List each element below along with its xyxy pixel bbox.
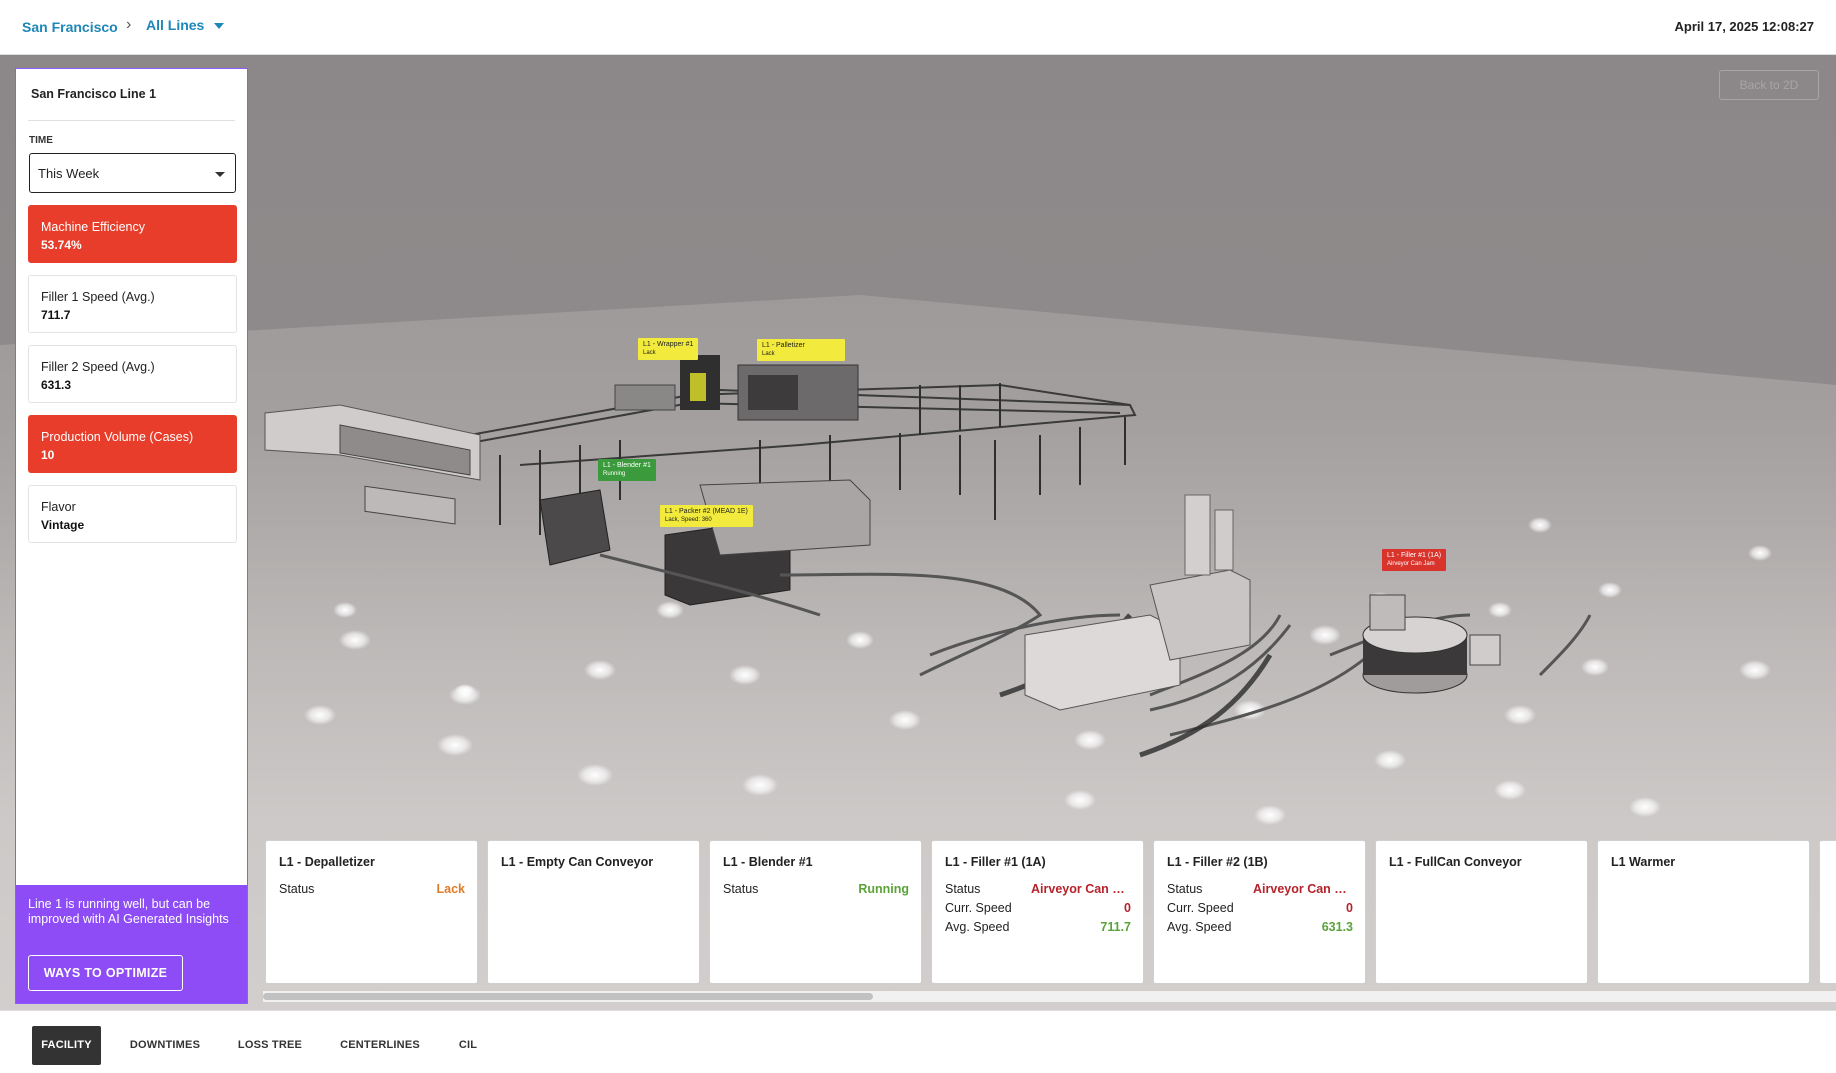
machine-label-title: L1 - Filler #1 (1A): [1387, 552, 1442, 559]
machine-card-partial[interactable]: [1819, 840, 1836, 984]
line-summary-panel: San Francisco Line 1 TIME This Week Mach…: [15, 68, 248, 1004]
status-value: Running: [858, 882, 909, 896]
avg-speed-label: Avg. Speed: [945, 920, 1010, 934]
kpi-label: Production Volume (Cases): [41, 430, 194, 444]
card-title: L1 - Filler #1 (1A): [945, 855, 1046, 869]
kpi-label: Flavor: [41, 500, 76, 514]
machine-card-filler-1b[interactable]: L1 - Filler #2 (1B) Status Airveyor Can …: [1153, 840, 1366, 984]
machine-label-status: Lack, Speed: 360: [665, 517, 712, 523]
kpi-filler1-speed[interactable]: Filler 1 Speed (Avg.) 711.7: [28, 275, 237, 333]
ai-insights-text: Line 1 is running well, but can be impro…: [28, 897, 229, 926]
tab-loss-tree[interactable]: LOSS TREE: [230, 1026, 310, 1065]
machine-card-depalletizer[interactable]: L1 - Depalletizer Status Lack: [265, 840, 478, 984]
top-header: San Francisco › All Lines April 17, 2025…: [0, 0, 1836, 55]
tab-cil[interactable]: CIL: [450, 1026, 486, 1065]
back-to-2d-button[interactable]: Back to 2D: [1719, 70, 1819, 100]
machine-label-title: L1 - Palletizer: [762, 342, 805, 349]
status-value: Airveyor Can Jam: [1031, 882, 1131, 896]
status-label: Status: [723, 882, 759, 896]
time-range-value: This Week: [38, 166, 100, 181]
kpi-flavor[interactable]: Flavor Vintage: [28, 485, 237, 543]
curr-speed-value: 0: [1346, 901, 1353, 915]
card-title: L1 Warmer: [1611, 855, 1676, 869]
machine-label-status: Running: [603, 471, 626, 477]
machine-label-blender[interactable]: L1 - Blender #1 Running: [598, 459, 656, 481]
kpi-value: Vintage: [41, 518, 85, 532]
tab-centerlines[interactable]: CENTERLINES: [332, 1026, 428, 1065]
kpi-label: Machine Efficiency: [41, 220, 145, 234]
kpi-machine-efficiency[interactable]: Machine Efficiency 53.74%: [28, 205, 237, 263]
machine-label-wrapper[interactable]: L1 - Wrapper #1 Lack: [638, 338, 699, 360]
card-status-row: Status Airveyor Can Jam: [945, 882, 1131, 898]
card-title: L1 - Blender #1: [723, 855, 813, 869]
card-curr-speed-row: Curr. Speed 0: [945, 901, 1131, 917]
curr-speed-label: Curr. Speed: [1167, 901, 1234, 915]
breadcrumb-lines-dropdown[interactable]: All Lines: [146, 17, 204, 33]
curr-speed-label: Curr. Speed: [945, 901, 1012, 915]
status-label: Status: [945, 882, 981, 896]
machine-card-blender[interactable]: L1 - Blender #1 Status Running: [709, 840, 922, 984]
card-title: L1 - Depalletizer: [279, 855, 375, 869]
machine-label-status: Airveyor Can Jam: [1387, 561, 1435, 567]
card-title: L1 - FullCan Conveyor: [1389, 855, 1522, 869]
time-label: TIME: [29, 135, 53, 146]
machine-label-title: L1 - Wrapper #1: [643, 341, 694, 348]
chevron-right-icon: ›: [126, 16, 132, 33]
machine-label-title: L1 - Blender #1: [603, 462, 651, 469]
card-title: L1 - Filler #2 (1B): [1167, 855, 1268, 869]
ai-insights-box: Line 1 is running well, but can be impro…: [16, 885, 247, 1003]
breadcrumb-site-link[interactable]: San Francisco: [22, 19, 118, 35]
machine-cards-strip: L1 - Depalletizer Status Lack L1 - Empty…: [265, 840, 1836, 985]
tab-downtimes[interactable]: DOWNTIMES: [120, 1026, 210, 1065]
kpi-value: 10: [41, 448, 55, 462]
current-datetime: April 17, 2025 12:08:27: [1674, 19, 1814, 34]
machine-card-fullcan-conveyor[interactable]: L1 - FullCan Conveyor: [1375, 840, 1588, 984]
status-label: Status: [1167, 882, 1203, 896]
avg-speed-label: Avg. Speed: [1167, 920, 1232, 934]
kpi-label: Filler 1 Speed (Avg.): [41, 290, 155, 304]
card-curr-speed-row: Curr. Speed 0: [1167, 901, 1353, 917]
bottom-tab-bar: FACILITY DOWNTIMES LOSS TREE CENTERLINES…: [0, 1010, 1836, 1073]
curr-speed-value: 0: [1124, 901, 1131, 915]
status-value: Airveyor Can Jam: [1253, 882, 1353, 896]
kpi-label: Filler 2 Speed (Avg.): [41, 360, 155, 374]
caret-down-icon[interactable]: [214, 23, 224, 29]
caret-down-icon: [215, 172, 225, 177]
kpi-value: 631.3: [41, 378, 72, 392]
avg-speed-value: 711.7: [1100, 920, 1131, 934]
kpi-filler2-speed[interactable]: Filler 2 Speed (Avg.) 631.3: [28, 345, 237, 403]
card-title: L1 - Empty Can Conveyor: [501, 855, 654, 869]
time-range-select[interactable]: This Week: [29, 153, 236, 193]
machine-card-filler-1a[interactable]: L1 - Filler #1 (1A) Status Airveyor Can …: [931, 840, 1144, 984]
machine-label-filler[interactable]: L1 - Filler #1 (1A) Airveyor Can Jam: [1382, 549, 1447, 571]
status-label: Status: [279, 882, 315, 896]
tab-facility[interactable]: FACILITY: [32, 1026, 101, 1065]
machine-card-warmer[interactable]: L1 Warmer: [1597, 840, 1810, 984]
card-status-row: Status Lack: [279, 882, 465, 898]
divider: [28, 120, 235, 121]
machine-label-status: Lack: [643, 350, 656, 356]
machine-label-palletizer[interactable]: L1 - Palletizer Lack: [757, 339, 845, 361]
ways-to-optimize-button[interactable]: WAYS TO OPTIMIZE: [28, 955, 183, 991]
avg-speed-value: 631.3: [1321, 920, 1353, 934]
card-avg-speed-row: Avg. Speed 631.3: [1167, 920, 1353, 936]
card-status-row: Status Airveyor Can Jam: [1167, 882, 1353, 898]
machine-label-status: Lack: [762, 351, 775, 357]
card-status-row: Status Running: [723, 882, 909, 898]
status-value: Lack: [436, 882, 466, 896]
card-avg-speed-row: Avg. Speed 711.7: [945, 920, 1131, 936]
kpi-value: 53.74%: [41, 238, 82, 252]
kpi-production-volume[interactable]: Production Volume (Cases) 10: [28, 415, 237, 473]
panel-title: San Francisco Line 1: [31, 87, 157, 101]
machine-label-title: L1 - Packer #2 (MEAD 1E): [665, 508, 748, 515]
kpi-value: 711.7: [41, 308, 71, 322]
machine-card-empty-can-conveyor[interactable]: L1 - Empty Can Conveyor: [487, 840, 700, 984]
machine-label-packer[interactable]: L1 - Packer #2 (MEAD 1E) Lack, Speed: 36…: [660, 505, 753, 527]
cards-scrollbar-thumb[interactable]: [263, 993, 873, 1000]
